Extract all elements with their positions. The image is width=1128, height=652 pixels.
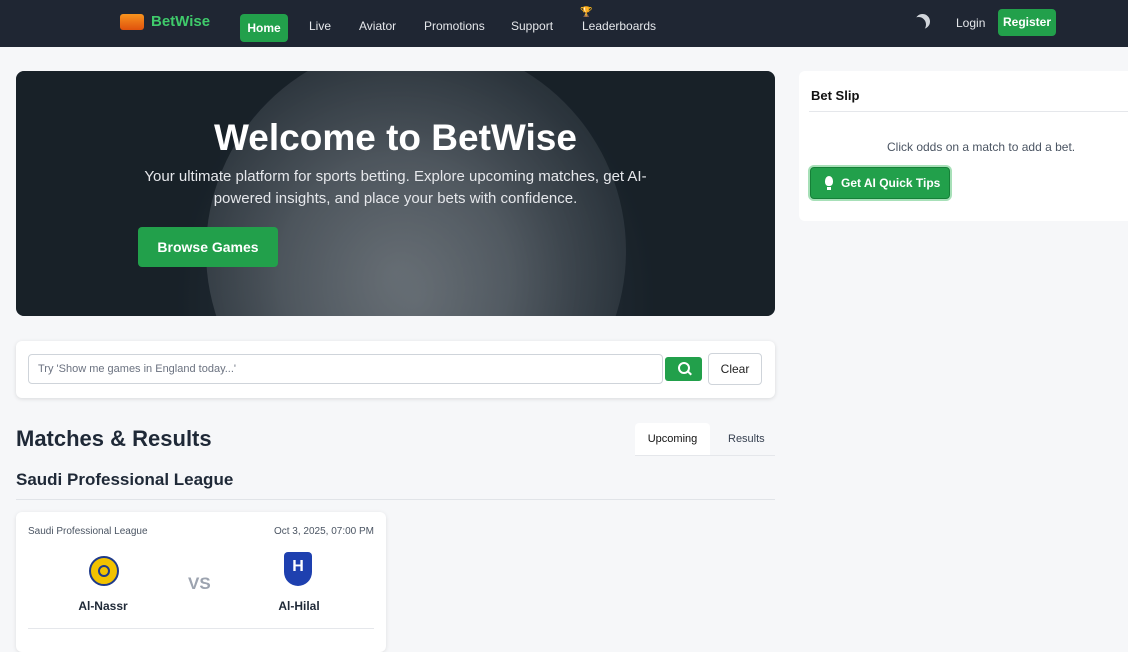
vs-label: VS <box>188 574 211 593</box>
nav-support[interactable]: Support <box>511 19 553 33</box>
ai-quick-tips-label: Get AI Quick Tips <box>841 176 941 190</box>
lightbulb-icon <box>825 176 833 190</box>
top-navbar: BetWise Home Live Aviator Promotions Sup… <box>0 0 1128 47</box>
trophy-icon: 🏆 <box>580 7 593 18</box>
away-team-name: Al-Hilal <box>278 599 320 613</box>
nav-leaderboards[interactable]: Leaderboards <box>582 19 656 33</box>
match-card[interactable]: Saudi Professional League Oct 3, 2025, 0… <box>16 512 386 652</box>
search-input[interactable] <box>28 354 663 384</box>
tab-upcoming[interactable]: Upcoming <box>635 423 710 455</box>
nav-live[interactable]: Live <box>309 19 331 33</box>
logo-icon[interactable] <box>120 14 144 30</box>
home-team-name: Al-Nassr <box>78 599 128 613</box>
league-title: Saudi Professional League <box>16 470 234 489</box>
match-date: Oct 3, 2025, 07:00 PM <box>273 526 374 537</box>
hero-banner: Welcome to BetWise Your ultimate platfor… <box>16 71 775 316</box>
nav-home[interactable]: Home <box>240 14 288 42</box>
bet-slip-title: Bet Slip <box>811 88 860 103</box>
nav-aviator[interactable]: Aviator <box>359 19 396 33</box>
bet-slip-panel: Bet Slip Click odds on a match to add a … <box>799 71 1128 221</box>
clear-button[interactable]: Clear <box>708 353 762 385</box>
tab-results[interactable]: Results <box>728 433 765 445</box>
dark-mode-toggle-icon[interactable] <box>911 17 926 32</box>
login-link[interactable]: Login <box>956 16 985 30</box>
al-hilal-crest-icon <box>284 552 312 586</box>
search-button[interactable] <box>665 357 702 381</box>
nav-promotions[interactable]: Promotions <box>424 19 485 33</box>
match-league: Saudi Professional League <box>28 526 148 537</box>
brand-name[interactable]: BetWise <box>151 13 210 30</box>
hero-subtitle: Your ultimate platform for sports bettin… <box>144 168 647 207</box>
hero-title: Welcome to BetWise <box>214 117 577 158</box>
register-button[interactable]: Register <box>998 9 1056 36</box>
ai-quick-tips-button[interactable]: Get AI Quick Tips <box>810 167 950 199</box>
matches-title: Matches & Results <box>16 426 212 451</box>
browse-games-button[interactable]: Browse Games <box>138 227 278 267</box>
bet-slip-empty-text: Click odds on a match to add a bet. <box>887 140 1076 154</box>
search-card: Clear <box>16 341 775 398</box>
al-nassr-crest-icon <box>89 556 119 586</box>
